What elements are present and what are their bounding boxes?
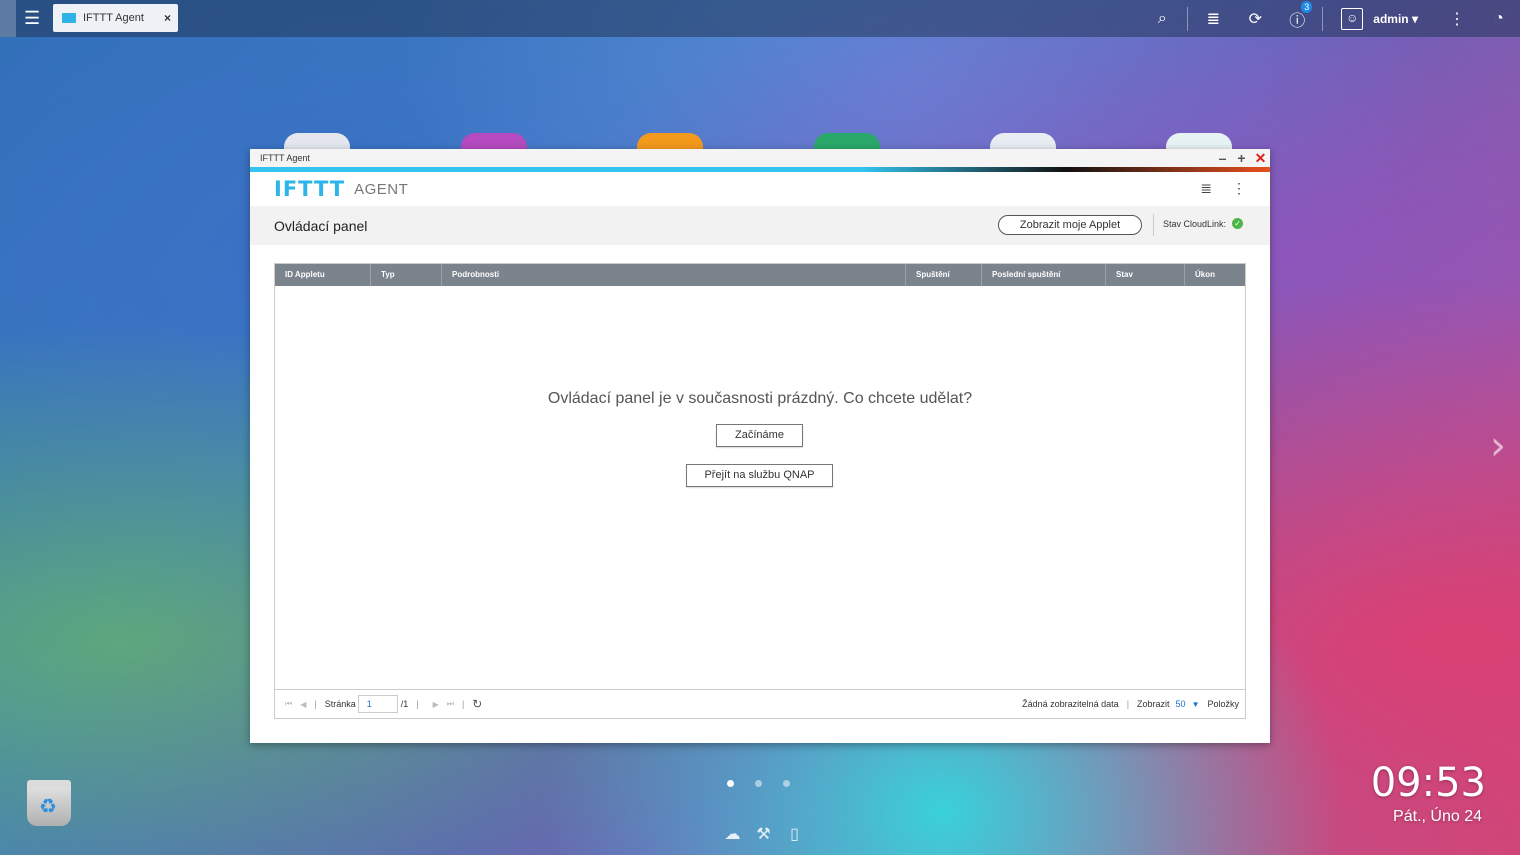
divider [1153,214,1154,236]
column-header[interactable]: Typ [371,264,442,286]
user-avatar-icon[interactable]: ☺ [1341,7,1364,30]
divider: | [461,699,465,709]
tasks-icon[interactable]: ≣ [1200,180,1212,197]
bottom-dock: ☁ ⚒ ▯ [717,824,810,844]
desktop-page-indicator [727,780,811,787]
user-menu[interactable]: admin ▾ [1373,12,1418,26]
no-data-text: Žádná zobrazitelná data [1022,699,1119,709]
column-header[interactable]: ID Appletu [275,264,371,286]
show-label: Zobrazit [1137,699,1170,709]
minimize-icon[interactable]: – [1213,149,1232,167]
divider: | [1126,699,1130,709]
page-number-input[interactable]: 1 [357,695,398,713]
desktop-date: Pát., Úno 24 [1393,808,1482,825]
page-dot[interactable] [727,780,734,787]
column-header[interactable]: Podrobnosti [442,264,906,286]
prev-page-icon[interactable]: ◀ [300,700,306,709]
show-my-applets-button[interactable]: Zobrazit moje Applet [998,215,1142,235]
window-titlebar[interactable]: IFTTT Agent – + ✕ [250,149,1270,167]
next-page-icon[interactable]: ▶ [433,700,439,709]
window-title: IFTTT Agent [260,153,310,163]
last-page-icon[interactable]: ⏭ [447,699,454,709]
app-header: IFTTT AGENT ≣ ⋮ [250,172,1270,206]
close-icon[interactable]: ✕ [1251,149,1270,167]
app-name: AGENT [354,180,409,198]
divider [1187,6,1189,31]
cloudlink-status: Stav CloudLink: ✓ [1163,218,1244,229]
column-header[interactable]: Spuštění [906,264,982,286]
empty-state-message: Ovládací panel je v současnosti prázdný.… [547,390,973,407]
tab-label: IFTTT Agent [83,12,144,24]
topbar-actions: ⌕ ≣ ⟳ ⓘ 3 ☺ admin ▾ ⋮ ◔ [1141,0,1520,37]
page-label: Stránka [324,699,356,709]
next-desktop-arrow-icon[interactable]: › [1490,423,1506,469]
ifttt-logo: IFTTT [274,177,346,201]
applet-table: ID Appletu Typ Podrobnosti Spuštění Posl… [274,263,1246,719]
more-options-icon[interactable]: ⋮ [1436,9,1478,29]
items-per-page-select[interactable]: 50 [1176,699,1186,709]
pagination-bar: ⏮ ◀ | Stránka 1 /1 | ▶ ⏭ | ↻ Žádná zobra… [275,689,1245,718]
background-tasks-icon[interactable]: ≣ [1192,9,1234,29]
total-pages: /1 [400,699,409,709]
chevron-down-icon[interactable]: ▼ [1192,700,1200,709]
page-dot[interactable] [783,780,790,787]
divider: | [416,699,419,709]
column-header[interactable]: Stav [1106,264,1185,286]
refresh-icon[interactable]: ↻ [472,697,482,711]
cloud-icon[interactable]: ☁ [717,824,748,844]
book-icon[interactable]: ▯ [779,824,810,844]
maximize-icon[interactable]: + [1232,149,1251,167]
search-icon[interactable]: ⌕ [1141,10,1183,28]
desktop-edge [0,0,16,37]
notifications-icon[interactable]: ⓘ 3 [1276,0,1318,31]
recycle-bin-lid [27,780,71,788]
header-actions: ≣ ⋮ [1180,180,1246,197]
cloudlink-label: Stav CloudLink: [1163,218,1227,229]
first-page-icon[interactable]: ⏮ [285,699,292,709]
get-started-button[interactable]: Začínáme [716,424,803,447]
dashboard-gauge-icon[interactable]: ◔ [1478,10,1520,28]
column-header[interactable]: Poslední spuštění [982,264,1106,286]
items-label: Položky [1207,699,1239,709]
ifttt-agent-window: IFTTT Agent – + ✕ IFTTT AGENT ≣ ⋮ Ovláda… [250,149,1270,743]
page-title: Ovládací panel [274,217,368,234]
table-header: ID Appletu Typ Podrobnosti Spuštění Posl… [275,264,1245,286]
ifttt-app-icon [62,13,76,23]
column-header[interactable]: Úkon [1185,264,1245,286]
main-menu-icon[interactable]: ☰ [24,9,42,27]
page-dot[interactable] [755,780,762,787]
taskbar-tab-ifttt[interactable]: IFTTT Agent × [53,4,178,32]
go-to-qnap-button[interactable]: Přejít na službu QNAP [686,464,833,487]
divider [1322,6,1324,31]
page-header: Ovládací panel Zobrazit moje Applet Stav… [250,206,1270,245]
tools-icon[interactable]: ⚒ [748,824,779,844]
desktop-clock: 09:53 [1370,760,1486,806]
check-icon: ✓ [1232,218,1244,229]
more-options-icon[interactable]: ⋮ [1232,180,1246,197]
recycle-bin[interactable]: ♻ [27,780,71,826]
recycle-icon: ♻ [39,796,57,818]
tab-close-icon[interactable]: × [164,11,171,25]
pager-summary: Žádná zobrazitelná data | Zobrazit 50 ▼ … [1022,690,1239,718]
sync-icon[interactable]: ⟳ [1234,9,1276,29]
notification-badge: 3 [1301,0,1313,13]
divider: | [314,699,317,709]
